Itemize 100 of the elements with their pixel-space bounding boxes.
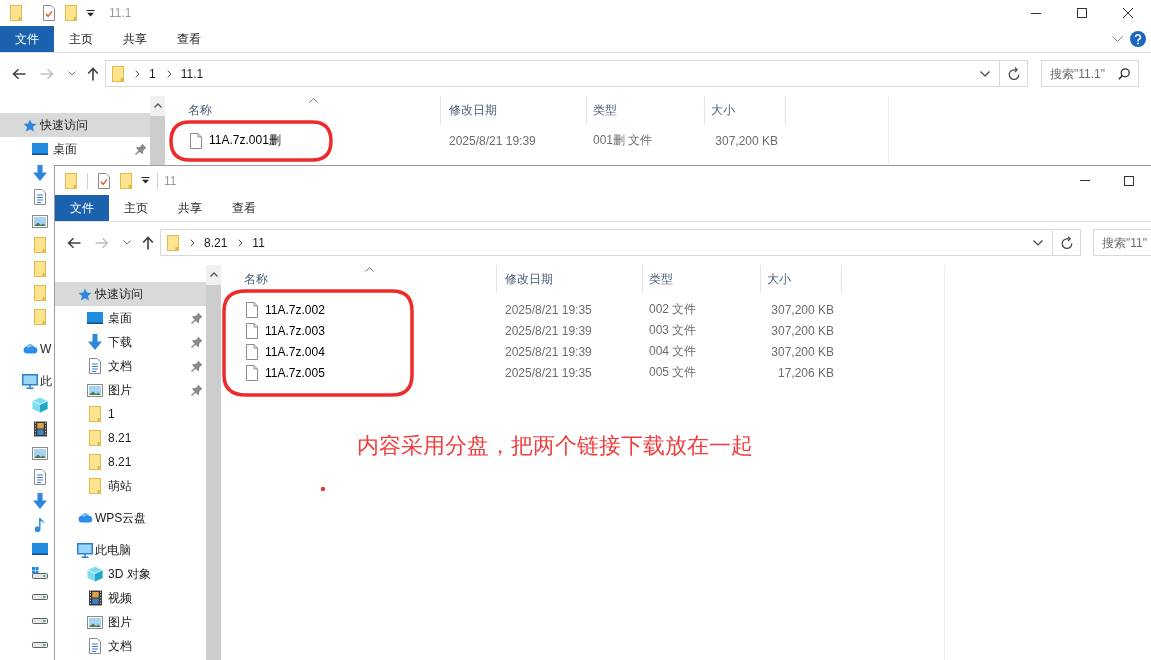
document-icon[interactable] xyxy=(34,469,46,485)
ribbon-tab[interactable]: 主页 xyxy=(54,26,108,52)
ribbon-tab[interactable]: 查看 xyxy=(162,26,216,52)
ribbon-tab[interactable]: 查看 xyxy=(217,195,271,221)
nav-item[interactable]: 桌面 xyxy=(55,306,206,330)
chevron-right-icon[interactable] xyxy=(166,69,172,78)
desktop-icon[interactable] xyxy=(32,543,48,555)
chevron-down-icon xyxy=(68,71,76,76)
search-field[interactable]: 搜索"11" xyxy=(1093,229,1151,256)
ribbon-tab[interactable]: 共享 xyxy=(108,26,162,52)
file-type: 003 文件 xyxy=(649,322,697,339)
file-type: 004 文件 xyxy=(649,343,697,360)
nav-item[interactable]: 下载 xyxy=(55,330,206,354)
cube-icon[interactable] xyxy=(32,397,48,413)
arrow-right-icon xyxy=(40,67,54,80)
breadcrumb-item[interactable]: 11 xyxy=(252,235,265,250)
scrollbar[interactable] xyxy=(150,96,165,165)
chevron-right-icon[interactable] xyxy=(135,69,140,78)
search-field[interactable]: 搜索"11.1" xyxy=(1041,60,1139,87)
column-header[interactable]: 修改日期 xyxy=(441,96,587,124)
breadcrumb-item[interactable]: 11.1 xyxy=(180,66,204,81)
nav-item[interactable]: 图片 xyxy=(55,378,206,402)
nav-item[interactable]: 视频 xyxy=(55,586,132,610)
chevron-right-icon[interactable] xyxy=(238,238,244,247)
file-name[interactable]: 11A.7z.003 xyxy=(265,323,325,338)
ribbon-tab[interactable]: 共享 xyxy=(163,195,217,221)
nav-item[interactable]: 快速访问 xyxy=(0,113,150,137)
breadcrumb-item[interactable]: 1 xyxy=(149,66,156,81)
file-name[interactable]: 11A.7z.004 xyxy=(265,344,325,359)
download-icon[interactable] xyxy=(33,493,47,509)
dropdown-arrow-icon[interactable] xyxy=(141,177,150,184)
maximize-icon xyxy=(1077,8,1087,18)
file-name[interactable]: 11A.7z.005 xyxy=(265,365,325,380)
ribbon-tab[interactable]: 文件 xyxy=(0,26,54,52)
help-icon[interactable] xyxy=(1130,31,1146,47)
column-header[interactable]: 修改日期 xyxy=(497,265,643,293)
column-header[interactable]: 名称 xyxy=(221,265,497,293)
music-note-icon[interactable] xyxy=(35,517,45,533)
chevron-right-icon[interactable] xyxy=(190,238,195,247)
download-icon[interactable] xyxy=(33,165,47,181)
ribbon-tab[interactable]: 文件 xyxy=(55,195,109,221)
refresh-button[interactable] xyxy=(1053,229,1081,256)
window-title: 11.1 xyxy=(109,6,132,20)
drive-icon[interactable] xyxy=(32,642,48,648)
address-field[interactable]: 1 11.1 xyxy=(105,60,1000,87)
folder-icon xyxy=(167,234,179,251)
minimize-icon xyxy=(1031,12,1041,14)
nav-item[interactable]: 此电脑 xyxy=(55,538,131,562)
pin-icon[interactable] xyxy=(191,360,203,372)
nav-item[interactable]: WPS云盘 xyxy=(55,506,147,530)
nav-item[interactable]: 8.21 xyxy=(55,450,132,474)
nav-item[interactable]: 文档 xyxy=(55,634,132,658)
document-icon[interactable] xyxy=(34,189,46,205)
file-name[interactable]: 11A.7z.002 xyxy=(265,302,325,317)
chevron-down-icon[interactable] xyxy=(980,70,990,77)
picture-icon[interactable] xyxy=(32,214,48,228)
address-field[interactable]: 8.21 11 xyxy=(160,229,1053,256)
pin-icon[interactable] xyxy=(191,384,203,396)
file-size: 307,200 KB xyxy=(771,302,834,317)
pin-icon[interactable] xyxy=(191,336,203,348)
checked-document-icon[interactable] xyxy=(43,5,55,21)
nav-item[interactable]: 此 xyxy=(0,369,52,393)
column-header[interactable]: 名称 xyxy=(165,96,441,124)
nav-item[interactable]: 3D 对象 xyxy=(55,562,151,586)
cloud-icon xyxy=(77,513,93,523)
refresh-button[interactable] xyxy=(1000,60,1028,87)
modified-date: 2025/8/21 19:39 xyxy=(505,323,592,338)
column-header[interactable]: 大小 xyxy=(705,96,786,124)
nav-item[interactable]: 萌站 xyxy=(55,474,132,498)
dropdown-arrow-icon[interactable] xyxy=(86,9,95,17)
file-size: 307,200 KB xyxy=(715,133,778,148)
breadcrumb-item[interactable]: 8.21 xyxy=(204,235,228,250)
column-header[interactable]: 类型 xyxy=(587,96,705,124)
file-name[interactable]: 11A.7z.001删 xyxy=(209,132,281,149)
column-header[interactable]: 大小 xyxy=(761,265,842,293)
nav-item[interactable]: W xyxy=(0,337,52,361)
scrollbar-thumb[interactable] xyxy=(150,116,165,165)
cloud-icon xyxy=(22,344,38,354)
ribbon-tab[interactable]: 主页 xyxy=(109,195,163,221)
nav-item[interactable]: 图片 xyxy=(55,610,132,634)
file-icon xyxy=(246,301,258,318)
nav-item[interactable]: 文档 xyxy=(55,354,206,378)
pin-icon[interactable] xyxy=(191,312,203,324)
drive-icon[interactable] xyxy=(32,618,48,624)
chevron-down-icon[interactable] xyxy=(1033,239,1043,246)
nav-item[interactable]: 8.21 xyxy=(55,426,132,450)
nav-item[interactable]: 1 xyxy=(55,402,115,426)
maximize-icon xyxy=(1124,175,1134,186)
arrow-left-icon xyxy=(67,236,81,249)
film-icon[interactable] xyxy=(33,421,47,437)
picture-icon[interactable] xyxy=(32,446,48,460)
drive-icon[interactable] xyxy=(32,594,48,600)
nav-item[interactable]: 快速访问 xyxy=(55,282,206,306)
column-header[interactable]: 类型 xyxy=(643,265,761,293)
system-drive-icon[interactable] xyxy=(32,567,48,579)
checked-document-icon[interactable] xyxy=(98,172,110,189)
nav-item[interactable]: 桌面 xyxy=(0,137,150,161)
star-icon xyxy=(23,118,37,132)
pin-icon[interactable] xyxy=(135,143,147,155)
search-icon[interactable] xyxy=(1118,67,1130,80)
